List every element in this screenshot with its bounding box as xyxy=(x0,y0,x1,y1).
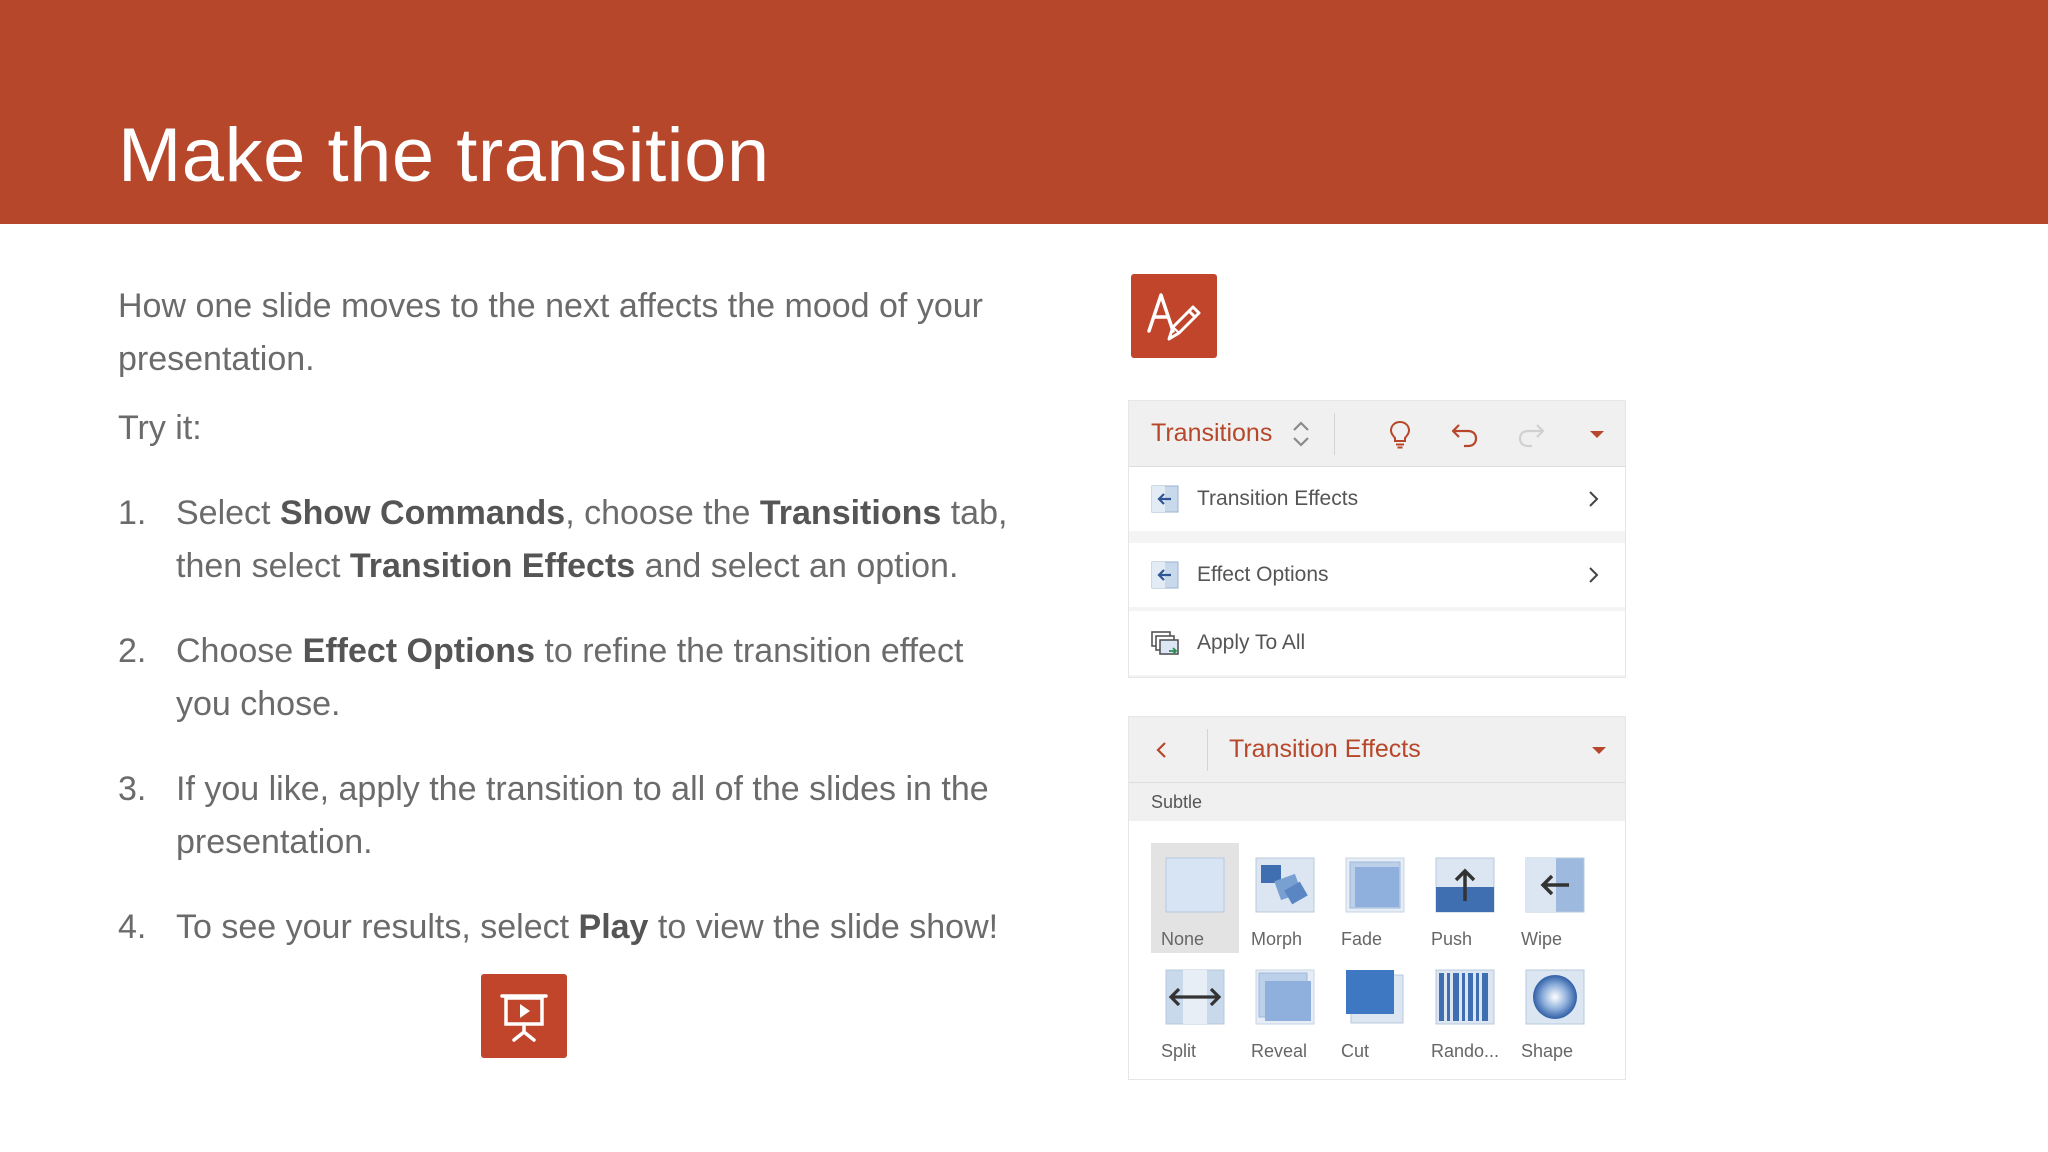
step-bold: Effect Options xyxy=(302,632,535,670)
tab-switcher-chevrons-icon[interactable] xyxy=(1291,417,1311,451)
effect-label: None xyxy=(1161,929,1205,949)
effect-label: Reveal xyxy=(1251,1041,1308,1061)
effect-options-icon xyxy=(1151,561,1179,589)
undo-icon[interactable] xyxy=(1450,419,1480,449)
slide-title: Make the transition xyxy=(118,113,770,198)
step-item: 3. If you like, apply the transition to … xyxy=(118,763,1018,869)
play-slideshow-icon[interactable] xyxy=(481,974,567,1058)
step-item: 2. Choose Effect Options to refine the t… xyxy=(118,625,1018,731)
effect-label: Fade xyxy=(1341,929,1383,949)
apply-to-all-label: Apply To All xyxy=(1197,631,1306,654)
more-options-caret-icon[interactable] xyxy=(1584,735,1614,765)
step-number: 3. xyxy=(118,770,147,808)
section-header: Subtle xyxy=(1129,783,1625,821)
step-text: , choose the xyxy=(565,494,760,532)
lightbulb-icon[interactable] xyxy=(1385,419,1415,449)
transition-effects-label: Transition Effects xyxy=(1197,487,1359,510)
effects-panel-title: Transition Effects xyxy=(1229,735,1421,763)
transition-effects-panel: Transition Effects Subtle None Morph Fad… xyxy=(1128,716,1626,1080)
header-divider xyxy=(1207,729,1208,771)
effect-label: Rando... xyxy=(1431,1041,1500,1061)
effect-fade[interactable]: Fade xyxy=(1331,843,1419,953)
step-bold: Play xyxy=(578,908,649,946)
effect-label: Split xyxy=(1161,1041,1197,1061)
shape-thumbnail-icon xyxy=(1525,969,1585,1025)
step-text: If you like, apply the transition to all… xyxy=(176,770,989,861)
step-text: and select an option. xyxy=(635,547,959,585)
ribbon-header: Transitions xyxy=(1129,401,1625,467)
steps-list: 1. Select Show Commands, choose the Tran… xyxy=(118,487,1018,954)
step-text: to view the slide show! xyxy=(648,908,999,946)
tab-transitions[interactable]: Transitions xyxy=(1151,419,1272,448)
instructions: How one slide moves to the next affects … xyxy=(118,280,1018,986)
section-label-subtle: Subtle xyxy=(1151,792,1203,812)
effect-shape[interactable]: Shape xyxy=(1511,955,1599,1065)
design-pen-icon xyxy=(1131,274,1217,358)
chevron-right-icon xyxy=(1589,567,1599,583)
effect-label: Shape xyxy=(1521,1041,1574,1061)
effect-morph[interactable]: Morph xyxy=(1241,843,1329,953)
fade-thumbnail-icon xyxy=(1345,857,1405,913)
apply-to-all-icon xyxy=(1151,631,1179,655)
step-number: 1. xyxy=(118,494,147,532)
cut-thumbnail-icon xyxy=(1346,970,1404,1024)
try-it-label: Try it: xyxy=(118,409,202,447)
effect-push[interactable]: Push xyxy=(1421,843,1509,953)
effect-none[interactable]: None xyxy=(1151,843,1239,953)
intro-paragraph: How one slide moves to the next affects … xyxy=(118,287,983,378)
back-chevron-icon[interactable] xyxy=(1149,737,1175,763)
effect-wipe[interactable]: Wipe xyxy=(1511,843,1599,953)
effects-panel-header: Transition Effects xyxy=(1129,717,1625,783)
step-item: 4. To see your results, select Play to v… xyxy=(118,901,1018,954)
title-banner: Make the transition xyxy=(0,0,2048,224)
step-bold: Show Commands xyxy=(279,494,566,532)
effect-label: Push xyxy=(1431,929,1473,949)
effect-label: Morph xyxy=(1251,929,1303,949)
step-bold: Transitions xyxy=(759,494,942,532)
effect-options-row[interactable]: Effect Options xyxy=(1129,543,1625,607)
effect-label: Cut xyxy=(1341,1041,1370,1061)
header-divider xyxy=(1334,413,1335,455)
more-options-caret-icon[interactable] xyxy=(1582,419,1612,449)
step-bold: Transition Effects xyxy=(349,547,636,585)
random-bars-thumbnail-icon xyxy=(1435,969,1495,1025)
transition-effects-icon xyxy=(1151,485,1179,513)
split-thumbnail-icon xyxy=(1165,969,1225,1025)
redo-icon[interactable] xyxy=(1516,419,1546,449)
effect-split[interactable]: Split xyxy=(1151,955,1239,1065)
ribbon-command-panel: Transitions Transition Effects Effect Op… xyxy=(1128,400,1626,678)
transition-effects-row[interactable]: Transition Effects xyxy=(1129,467,1625,531)
apply-to-all-row[interactable]: Apply To All xyxy=(1129,611,1625,675)
push-thumbnail-icon xyxy=(1435,857,1495,913)
step-text: Choose xyxy=(176,632,303,670)
morph-thumbnail-icon xyxy=(1255,857,1315,913)
chevron-right-icon xyxy=(1589,491,1599,507)
step-text: To see your results, select xyxy=(176,908,579,946)
effect-options-label: Effect Options xyxy=(1197,563,1329,586)
none-thumbnail-icon xyxy=(1165,857,1225,913)
step-number: 4. xyxy=(118,908,147,946)
effect-cut[interactable]: Cut xyxy=(1331,955,1419,1065)
effect-reveal[interactable]: Reveal xyxy=(1241,955,1329,1065)
effect-random-bars[interactable]: Rando... xyxy=(1421,955,1509,1065)
step-item: 1. Select Show Commands, choose the Tran… xyxy=(118,487,1018,593)
step-text: Select xyxy=(176,494,280,532)
effect-label: Wipe xyxy=(1521,929,1563,949)
wipe-thumbnail-icon xyxy=(1525,857,1585,913)
step-number: 2. xyxy=(118,632,147,670)
reveal-thumbnail-icon xyxy=(1255,969,1315,1025)
